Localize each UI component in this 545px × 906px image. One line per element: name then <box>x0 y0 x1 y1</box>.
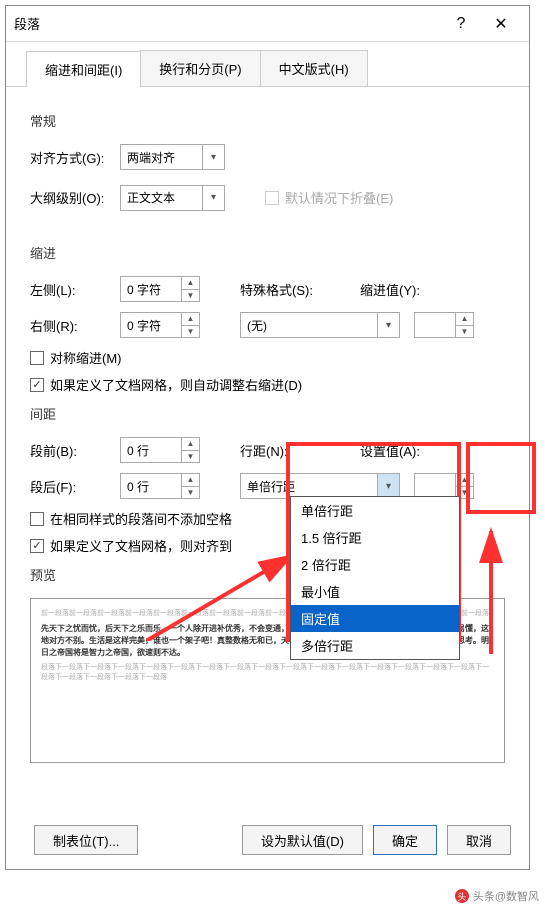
close-button[interactable]: ✕ <box>481 9 521 39</box>
chevron-down-icon: ▾ <box>202 186 224 210</box>
indent-right-label: 右侧(R): <box>30 316 120 335</box>
ok-button[interactable]: 确定 <box>373 825 437 855</box>
opt-min[interactable]: 最小值 <box>291 578 459 605</box>
align-dropdown[interactable]: 两端对齐 ▾ <box>120 144 225 170</box>
section-general: 常规 <box>30 111 505 130</box>
special-dropdown[interactable]: (无) ▾ <box>240 312 400 338</box>
after-label: 段后(F): <box>30 477 120 496</box>
indent-grid-checkbox[interactable]: ✓ 如果定义了文档网格，则自动调整右缩进(D) <box>30 375 505 394</box>
chevron-down-icon: ▾ <box>202 145 224 169</box>
before-label: 段前(B): <box>30 441 120 460</box>
collapse-checkbox[interactable]: 默认情况下折叠(E) <box>265 188 393 207</box>
opt-15[interactable]: 1.5 倍行距 <box>291 524 459 551</box>
tab-asian[interactable]: 中文版式(H) <box>260 50 368 86</box>
indent-by-label: 缩进值(Y): <box>360 280 420 299</box>
after-spinner[interactable]: 0 行 ▲▼ <box>120 473 200 499</box>
indent-left-spinner[interactable]: 0 字符 ▲▼ <box>120 276 200 302</box>
linespacing-dropdown-list[interactable]: 单倍行距 1.5 倍行距 2 倍行距 最小值 固定值 多倍行距 <box>290 496 460 660</box>
dialog-title: 段落 <box>14 14 441 33</box>
default-button[interactable]: 设为默认值(D) <box>242 825 363 855</box>
indent-left-label: 左侧(L): <box>30 280 120 299</box>
chevron-down-icon: ▾ <box>377 474 399 498</box>
outline-dropdown[interactable]: 正文文本 ▾ <box>120 185 225 211</box>
align-label: 对齐方式(G): <box>30 148 120 167</box>
outline-label: 大纲级别(O): <box>30 188 120 207</box>
chevron-down-icon: ▾ <box>377 313 399 337</box>
indent-right-spinner[interactable]: 0 字符 ▲▼ <box>120 312 200 338</box>
opt-double[interactable]: 2 倍行距 <box>291 551 459 578</box>
opt-multi[interactable]: 多倍行距 <box>291 632 459 659</box>
tab-indent-spacing[interactable]: 缩进和间距(I) <box>26 51 141 87</box>
section-spacing: 间距 <box>30 404 505 423</box>
tab-line-page[interactable]: 换行和分页(P) <box>140 50 260 86</box>
special-label: 特殊格式(S): <box>240 280 330 299</box>
indent-by-spinner[interactable]: ▲▼ <box>414 312 474 338</box>
at-label: 设置值(A): <box>360 441 420 460</box>
cancel-button[interactable]: 取消 <box>447 825 511 855</box>
section-indent: 缩进 <box>30 243 505 262</box>
mirror-indent-checkbox[interactable]: 对称缩进(M) <box>30 348 505 367</box>
tabs-button[interactable]: 制表位(T)... <box>34 825 138 855</box>
opt-single[interactable]: 单倍行距 <box>291 497 459 524</box>
watermark: 头 头条@数智风 <box>455 888 539 904</box>
linespacing-label: 行距(N): <box>240 441 330 460</box>
help-button[interactable]: ? <box>441 9 481 39</box>
opt-fixed[interactable]: 固定值 <box>291 605 459 632</box>
before-spinner[interactable]: 0 行 ▲▼ <box>120 437 200 463</box>
